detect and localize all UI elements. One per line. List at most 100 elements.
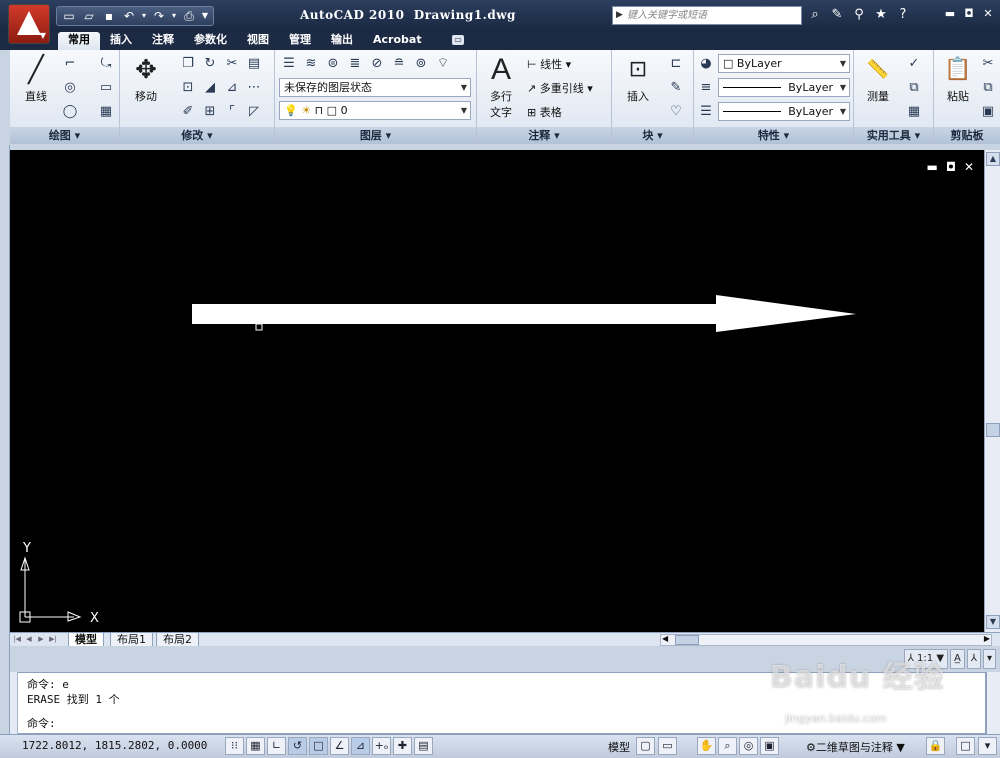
panel-title-layers[interactable]: 图层 ▾ <box>275 127 476 144</box>
linetype-icon[interactable]: ≡ <box>696 78 716 98</box>
move-button[interactable]: ✥ 移动 <box>124 54 168 104</box>
panel-title-block[interactable]: 块 ▾ <box>612 127 693 144</box>
binoculars-icon[interactable]: ⌕ <box>806 6 824 24</box>
lineweight-toggle-icon[interactable]: ✚ <box>393 737 412 755</box>
hatch-icon[interactable]: ▦ <box>96 102 116 122</box>
ortho-icon[interactable]: ∟ <box>267 737 286 755</box>
array-icon[interactable]: ⊞ <box>200 102 220 122</box>
cut-icon[interactable]: ✂ <box>978 54 998 74</box>
close-icon[interactable]: ✕ <box>980 6 996 22</box>
lock-icon[interactable]: 🔒 <box>926 737 945 755</box>
redo-icon[interactable]: ↷ <box>150 7 168 25</box>
linetype-dropdown[interactable]: ByLayer ▼ <box>718 78 850 97</box>
model-space-button[interactable]: 模型 <box>608 739 630 755</box>
trim-icon[interactable]: ✂ <box>222 54 242 74</box>
mleader-button[interactable]: ↗ 多重引线 ▾ <box>527 80 593 96</box>
circle-icon[interactable]: ◎ <box>60 78 80 98</box>
copy-icon[interactable]: ❐ <box>178 54 198 74</box>
tab-acrobat[interactable]: Acrobat <box>363 32 432 50</box>
tab-layout1[interactable]: 布局1 <box>110 633 153 647</box>
linear-dim-button[interactable]: ⊢ 线性 ▾ <box>527 56 571 72</box>
open-icon[interactable]: ▱ <box>80 7 98 25</box>
panel-title-modify[interactable]: 修改 ▾ <box>120 127 274 144</box>
tab-model[interactable]: 模型 <box>68 633 104 647</box>
stretch-icon[interactable]: ✐ <box>178 102 198 122</box>
quick-select-icon[interactable]: ✓ <box>904 54 924 74</box>
create-block-icon[interactable]: ⊏ <box>666 54 686 74</box>
mtext-button[interactable]: A 多行 文字 <box>481 54 521 120</box>
hscroll-thumb[interactable] <box>675 635 699 645</box>
polyline-icon[interactable]: ⌐ <box>60 54 80 74</box>
redo-dropdown-icon[interactable]: ▾ <box>170 7 178 25</box>
last-tab-icon[interactable]: ▶| <box>48 634 58 645</box>
tab-manage[interactable]: 管理 <box>279 32 321 50</box>
drawing-canvas[interactable]: ▬ ◘ ✕ Y X <box>10 150 984 632</box>
tab-output[interactable]: 输出 <box>321 32 363 50</box>
first-tab-icon[interactable]: |◀ <box>12 634 22 645</box>
favorites-star-icon[interactable]: ★ <box>872 6 890 24</box>
layer-off-icon[interactable]: ⊜ <box>323 54 343 74</box>
tab-parametric[interactable]: 参数化 <box>184 32 237 50</box>
tab-view[interactable]: 视图 <box>237 32 279 50</box>
lineweight-icon[interactable]: ☰ <box>696 102 716 122</box>
table-button[interactable]: ⊞ 表格 <box>527 104 562 120</box>
clean-screen-icon[interactable]: □ <box>956 737 975 755</box>
layer-isolate-icon[interactable]: ≋ <box>301 54 321 74</box>
arc-icon[interactable]: ⤿ <box>96 54 116 74</box>
measure-button[interactable]: 📏 测量 <box>856 54 900 104</box>
auto-scale-icon[interactable]: ⅄ <box>966 649 981 669</box>
application-menu-button[interactable]: ▼ <box>8 4 50 44</box>
color-dropdown[interactable]: □ ByLayer ▼ <box>718 54 850 73</box>
zoom-icon[interactable]: ⌕ <box>718 737 737 755</box>
ducs-icon[interactable]: ⊿ <box>351 737 370 755</box>
snap-mode-icon[interactable]: ⁝⁝ <box>225 737 244 755</box>
scroll-up-icon[interactable]: ▲ <box>986 152 1000 166</box>
new-icon[interactable]: ▭ <box>60 7 78 25</box>
ribbon-minimize-icon[interactable]: ▭ <box>452 35 464 45</box>
coordinate-readout[interactable]: 1722.8012, 1815.2802, 0.0000 <box>22 739 207 752</box>
explode-icon[interactable]: ⋯ <box>244 78 264 98</box>
chamfer-icon[interactable]: ◸ <box>244 102 264 122</box>
restore-icon[interactable]: ◘ <box>961 6 977 22</box>
panel-title-annotation[interactable]: 注释 ▾ <box>477 127 611 144</box>
grip-marker[interactable] <box>255 323 263 331</box>
erase-icon[interactable]: ▤ <box>244 54 264 74</box>
quick-view-icon[interactable]: ▭ <box>658 737 677 755</box>
layer-match-icon[interactable]: ≘ <box>389 54 409 74</box>
horizontal-scrollbar[interactable]: ◀ ▶ <box>660 634 992 646</box>
rectangle-icon[interactable]: ▭ <box>96 78 116 98</box>
osnap-icon[interactable]: □ <box>309 737 328 755</box>
command-window-grip[interactable] <box>10 672 18 734</box>
fillet-icon[interactable]: ⌜ <box>222 102 242 122</box>
offset-icon[interactable]: ◢ <box>200 78 220 98</box>
panel-title-properties[interactable]: 特性 ▾ <box>694 127 853 144</box>
next-tab-icon[interactable]: ▶ <box>36 634 46 645</box>
arrow-shape[interactable] <box>192 295 856 332</box>
polar-icon[interactable]: ↺ <box>288 737 307 755</box>
undo-icon[interactable]: ↶ <box>120 7 138 25</box>
vertical-scrollbar[interactable]: ▲ ▼ <box>984 150 1000 632</box>
communication-center-icon[interactable]: ⚲ <box>850 6 868 24</box>
quick-properties-icon[interactable]: ▤ <box>414 737 433 755</box>
print-icon[interactable]: ⎙ <box>180 7 198 25</box>
minimize-icon[interactable]: ▬ <box>942 6 958 22</box>
tab-home[interactable]: 常用 <box>58 32 100 50</box>
tab-insert[interactable]: 插入 <box>100 32 142 50</box>
undo-dropdown-icon[interactable]: ▾ <box>140 7 148 25</box>
panel-title-clipboard[interactable]: 剪贴板 <box>934 127 1000 144</box>
match-properties-icon[interactable]: ▣ <box>978 102 998 122</box>
edit-block-icon[interactable]: ✎ <box>666 78 686 98</box>
panel-title-draw[interactable]: 绘图 ▾ <box>10 127 119 144</box>
statusbar-menu-icon[interactable]: ▾ <box>982 649 996 669</box>
tab-layout2[interactable]: 布局2 <box>156 633 199 647</box>
layer-properties-icon[interactable]: ☰ <box>279 54 299 74</box>
command-scrollbar[interactable] <box>986 672 1000 734</box>
panel-title-utilities[interactable]: 实用工具 ▾ <box>854 127 933 144</box>
otrack-icon[interactable]: ∠ <box>330 737 349 755</box>
command-prompt[interactable]: 命令: <box>27 717 56 731</box>
layer-previous-icon[interactable]: ⊚ <box>411 54 431 74</box>
lineweight-dropdown[interactable]: ByLayer ▼ <box>718 102 850 121</box>
calculator-icon[interactable]: ▦ <box>904 102 924 122</box>
grid-icon[interactable]: ▦ <box>246 737 265 755</box>
attribute-icon[interactable]: ♡ <box>666 102 686 122</box>
